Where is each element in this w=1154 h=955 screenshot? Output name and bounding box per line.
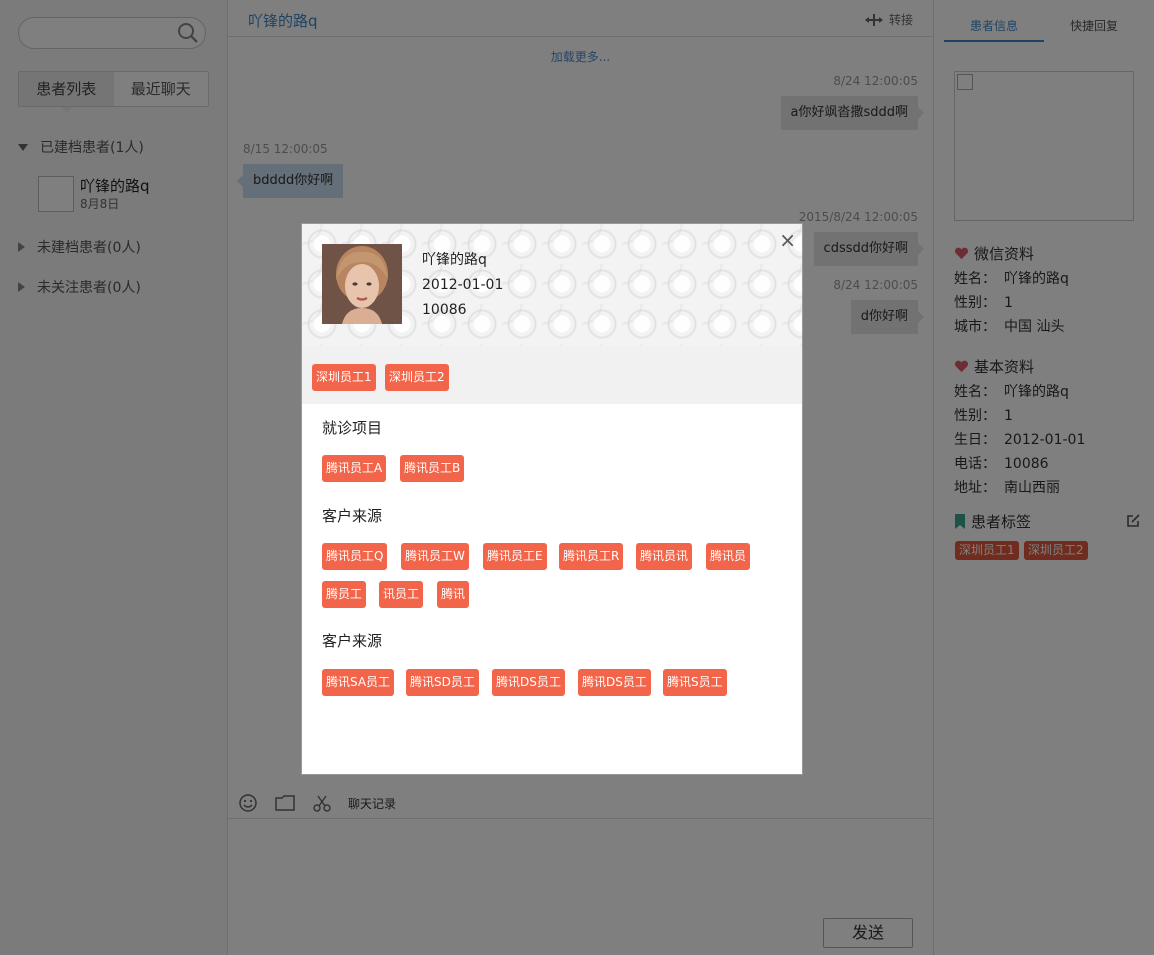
patient-card-modal: 吖锋的路q 2012-01-01 10086 × 深圳员工1 深圳员工2 就诊项… xyxy=(301,223,803,775)
modal-patient-name: 吖锋的路q xyxy=(422,252,487,268)
tag-chip[interactable]: 腾讯员工A xyxy=(322,455,387,482)
tag-chip[interactable]: 腾讯员讯 xyxy=(636,543,693,570)
close-icon[interactable]: × xyxy=(779,228,796,252)
tag-chip[interactable]: 腾讯员工R xyxy=(559,543,624,570)
tag-chip[interactable]: 腾员工 xyxy=(322,581,367,608)
tag-chip[interactable]: 腾讯SD员工 xyxy=(406,669,479,696)
section-title-visit: 就诊项目 xyxy=(322,419,383,437)
modal-header: 吖锋的路q 2012-01-01 10086 × xyxy=(302,224,802,346)
tag-chip[interactable]: 腾讯员工W xyxy=(401,543,469,570)
tag-chip[interactable]: 深圳员工2 xyxy=(385,364,449,391)
tag-chip[interactable]: 腾讯员 xyxy=(706,543,751,570)
modal-patient-phone: 10086 xyxy=(422,302,467,318)
modal-patient-birthday: 2012-01-01 xyxy=(422,277,504,293)
tag-chip[interactable]: 腾讯DS员工 xyxy=(492,669,565,696)
tag-chip[interactable]: 腾讯DS员工 xyxy=(578,669,651,696)
section-title-source-2: 客户来源 xyxy=(322,632,383,650)
tag-chip[interactable]: 讯员工 xyxy=(379,581,424,608)
patient-avatar xyxy=(322,244,402,324)
modal-top-tags: 深圳员工1 深圳员工2 xyxy=(302,346,802,404)
modal-patient-info: 吖锋的路q 2012-01-01 10086 xyxy=(422,248,503,323)
tag-chip[interactable]: 腾讯 xyxy=(437,581,470,608)
tag-chip[interactable]: 腾讯员工B xyxy=(400,455,465,482)
tag-chip[interactable]: 腾讯S员工 xyxy=(663,669,727,696)
tag-chip[interactable]: 腾讯员工Q xyxy=(322,543,388,570)
tag-chip[interactable]: 腾讯SA员工 xyxy=(322,669,395,696)
section-title-source: 客户来源 xyxy=(322,507,383,525)
tag-chip[interactable]: 深圳员工1 xyxy=(312,364,376,391)
tag-chip[interactable]: 腾讯员工E xyxy=(483,543,547,570)
